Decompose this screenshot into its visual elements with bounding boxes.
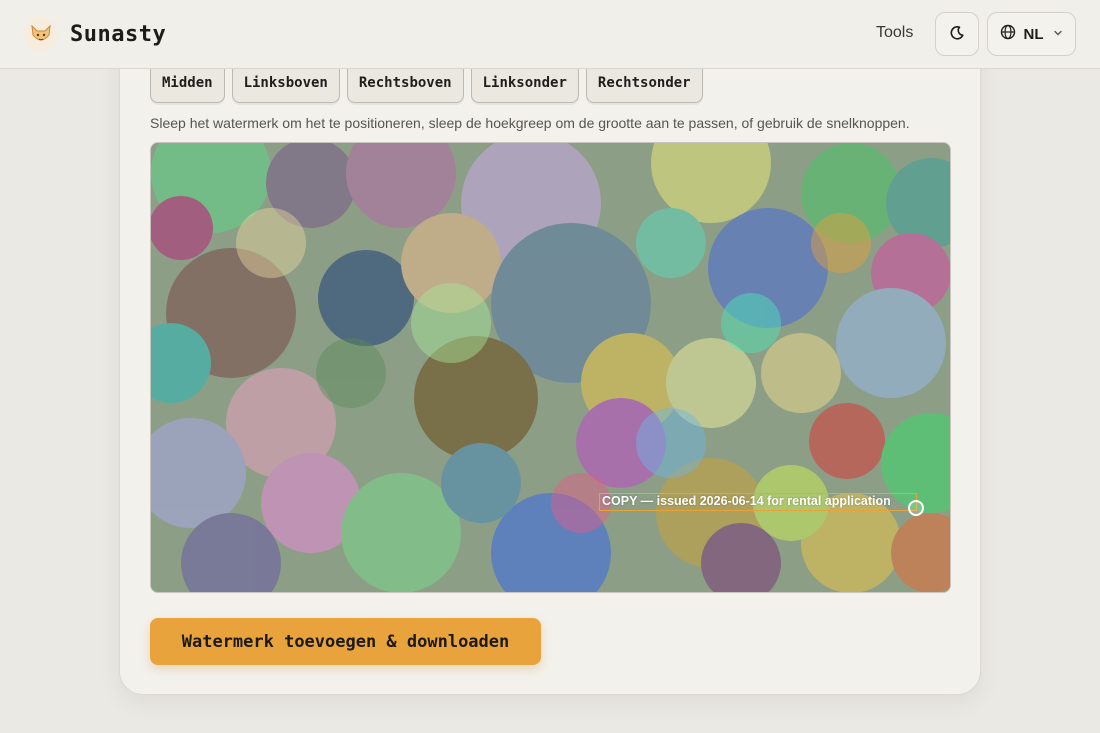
top-header: Sunasty Tools NL	[0, 0, 1100, 69]
position-top-right-button[interactable]: Rechtsboven	[346, 63, 464, 103]
preview-image	[151, 143, 950, 592]
moon-icon	[949, 25, 965, 44]
position-center-button[interactable]: Midden	[150, 63, 225, 103]
watermark-editor-card: Midden Linksboven Rechtsboven Linksonder…	[119, 30, 981, 695]
theme-toggle-button[interactable]	[935, 12, 979, 56]
image-preview-canvas[interactable]: COPY — issued 2026-06-14 for rental appl…	[150, 142, 951, 593]
brand[interactable]: Sunasty	[24, 17, 166, 51]
globe-icon	[1000, 24, 1016, 44]
watermark-resize-handle[interactable]	[908, 500, 924, 516]
position-top-left-button[interactable]: Linksboven	[231, 63, 340, 103]
position-quick-buttons: Midden Linksboven Rechtsboven Linksonder…	[150, 63, 703, 103]
position-bottom-right-button[interactable]: Rechtsonder	[585, 63, 703, 103]
brand-name: Sunasty	[70, 21, 167, 47]
fox-logo-icon	[24, 17, 58, 51]
language-select[interactable]: NL	[987, 12, 1076, 56]
position-bottom-left-button[interactable]: Linksonder	[470, 63, 579, 103]
instruction-hint: Sleep het watermerk om het te positioner…	[150, 115, 910, 131]
watermark-text-box[interactable]: COPY — issued 2026-06-14 for rental appl…	[599, 493, 917, 511]
chevron-down-icon	[1052, 26, 1064, 43]
add-watermark-download-button[interactable]: Watermerk toevoegen & downloaden	[150, 618, 541, 665]
language-label: NL	[1023, 25, 1044, 43]
nav-tools-link[interactable]: Tools	[876, 24, 913, 42]
